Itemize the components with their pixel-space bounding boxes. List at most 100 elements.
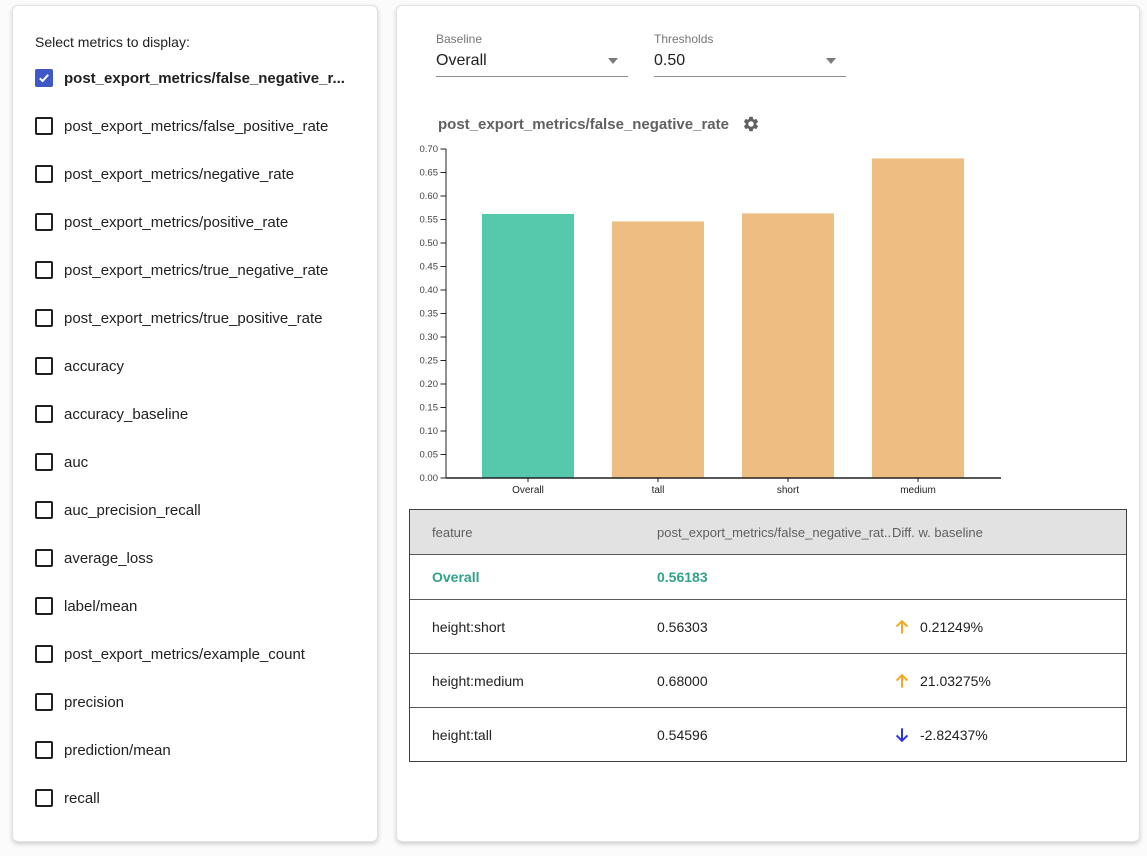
- y-axis-tick-label: 0.25: [420, 356, 439, 367]
- checkbox-unchecked-icon[interactable]: [35, 597, 53, 615]
- metric-item-label: prediction/mean: [64, 742, 171, 759]
- metric-item-prediction-mean[interactable]: prediction/mean: [35, 726, 359, 774]
- checkbox-unchecked-icon[interactable]: [35, 741, 53, 759]
- metric-item-post-export-metrics-false-negative-r[interactable]: post_export_metrics/false_negative_r...: [35, 54, 359, 102]
- y-axis-tick-label: 0.35: [420, 309, 439, 320]
- bar-tall[interactable]: [612, 221, 704, 478]
- y-axis-tick-label: 0.20: [420, 379, 439, 390]
- bar-medium[interactable]: [872, 158, 964, 478]
- table-row-height-medium: height:medium0.68000 21.03275%: [410, 654, 1126, 708]
- metric-item-label: post_export_metrics/positive_rate: [64, 214, 288, 231]
- metric-item-label: auc_precision_recall: [64, 502, 201, 519]
- feature-cell: height:medium: [432, 673, 657, 689]
- metric-item-label-mean[interactable]: label/mean: [35, 582, 359, 630]
- metric-item-accuracy[interactable]: accuracy: [35, 342, 359, 390]
- checkbox-unchecked-icon[interactable]: [35, 549, 53, 567]
- metric-value-cell: 0.56303: [657, 619, 892, 635]
- metric-item-post-export-metrics-true-negative-rate[interactable]: post_export_metrics/true_negative_rate: [35, 246, 359, 294]
- metric-item-label: post_export_metrics/true_positive_rate: [64, 310, 322, 327]
- metrics-display-panel: Baseline Overall Thresholds 0.50 post_ex…: [396, 5, 1140, 842]
- metric-value-cell: 0.54596: [657, 727, 892, 743]
- diff-cell: 21.03275%: [892, 671, 1126, 691]
- diff-cell: 0.21249%: [892, 617, 1126, 637]
- metric-item-post-export-metrics-example-count[interactable]: post_export_metrics/example_count: [35, 630, 359, 678]
- metric-item-label: average_loss: [64, 550, 153, 567]
- checkbox-unchecked-icon[interactable]: [35, 693, 53, 711]
- y-axis-tick-label: 0.50: [420, 238, 439, 249]
- checkbox-unchecked-icon[interactable]: [35, 165, 53, 183]
- checkbox-unchecked-icon[interactable]: [35, 501, 53, 519]
- checkbox-unchecked-icon[interactable]: [35, 117, 53, 135]
- metric-item-label: post_export_metrics/negative_rate: [64, 166, 294, 183]
- metric-value-cell: 0.56183: [657, 569, 892, 585]
- checkbox-unchecked-icon[interactable]: [35, 405, 53, 423]
- metric-item-label: accuracy_baseline: [64, 406, 188, 423]
- checkbox-unchecked-icon[interactable]: [35, 261, 53, 279]
- metric-item-average-loss[interactable]: average_loss: [35, 534, 359, 582]
- metric-item-label: label/mean: [64, 598, 137, 615]
- metric-item-post-export-metrics-positive-rate[interactable]: post_export_metrics/positive_rate: [35, 198, 359, 246]
- checkbox-unchecked-icon[interactable]: [35, 789, 53, 807]
- metrics-list: post_export_metrics/false_negative_r...p…: [35, 54, 359, 822]
- diff-value: -2.82437%: [920, 727, 988, 743]
- chevron-down-icon: [826, 58, 836, 64]
- metric-item-accuracy-baseline[interactable]: accuracy_baseline: [35, 390, 359, 438]
- y-axis-tick-label: 0.40: [420, 285, 439, 296]
- checkbox-unchecked-icon[interactable]: [35, 453, 53, 471]
- thresholds-select[interactable]: Thresholds 0.50: [654, 32, 846, 77]
- metric-item-recall[interactable]: recall: [35, 774, 359, 822]
- metric-item-post-export-metrics-negative-rate[interactable]: post_export_metrics/negative_rate: [35, 150, 359, 198]
- diff-value: 21.03275%: [920, 673, 991, 689]
- bar-overall[interactable]: [482, 214, 574, 478]
- metric-item-label: post_export_metrics/example_count: [64, 646, 305, 663]
- metric-item-label: auc: [64, 454, 88, 471]
- table-row-height-tall: height:tall0.54596 -2.82437%: [410, 708, 1126, 761]
- chevron-down-icon: [608, 58, 618, 64]
- metric-item-label: accuracy: [64, 358, 124, 375]
- baseline-select-value: Overall: [436, 52, 487, 70]
- checkbox-unchecked-icon[interactable]: [35, 357, 53, 375]
- metric-item-post-export-metrics-true-positive-rate[interactable]: post_export_metrics/true_positive_rate: [35, 294, 359, 342]
- feature-cell: height:short: [432, 619, 657, 635]
- baseline-select-label: Baseline: [436, 32, 628, 46]
- metric-item-auc-precision-recall[interactable]: auc_precision_recall: [35, 486, 359, 534]
- metric-item-label: post_export_metrics/true_negative_rate: [64, 262, 328, 279]
- y-axis-tick-label: 0.55: [420, 215, 439, 226]
- x-axis-tick-label: Overall: [512, 485, 544, 495]
- arrow-down-icon: [892, 725, 912, 745]
- controls-row: Baseline Overall Thresholds 0.50: [436, 32, 1139, 77]
- bar-chart: 0.000.050.100.150.200.250.300.350.400.45…: [412, 143, 1012, 495]
- baseline-select[interactable]: Baseline Overall: [436, 32, 628, 77]
- diff-cell: -2.82437%: [892, 725, 1126, 745]
- feature-cell: Overall: [432, 569, 657, 585]
- table-row-height-short: height:short0.56303 0.21249%: [410, 600, 1126, 654]
- bar-short[interactable]: [742, 213, 834, 478]
- table-header-diff-w-baseline: Diff. w. baseline: [892, 525, 1126, 540]
- checkbox-unchecked-icon[interactable]: [35, 309, 53, 327]
- metric-item-post-export-metrics-false-positive-rate[interactable]: post_export_metrics/false_positive_rate: [35, 102, 359, 150]
- arrow-up-icon: [892, 671, 912, 691]
- checkbox-checked-icon[interactable]: [35, 69, 53, 87]
- metric-item-label: precision: [64, 694, 124, 711]
- diff-value: 0.21249%: [920, 619, 983, 635]
- metric-value-cell: 0.68000: [657, 673, 892, 689]
- y-axis-tick-label: 0.60: [420, 191, 439, 202]
- checkbox-unchecked-icon[interactable]: [35, 645, 53, 663]
- y-axis-tick-label: 0.30: [420, 332, 439, 343]
- x-axis-tick-label: tall: [652, 485, 665, 495]
- table-row-overall: Overall0.56183: [410, 555, 1126, 600]
- metrics-table: featurepost_export_metrics/false_negativ…: [409, 509, 1127, 762]
- arrow-up-icon: [892, 617, 912, 637]
- y-axis-tick-label: 0.45: [420, 262, 439, 273]
- gear-icon[interactable]: [742, 115, 760, 133]
- metric-item-auc[interactable]: auc: [35, 438, 359, 486]
- feature-cell: height:tall: [432, 727, 657, 743]
- x-axis-tick-label: short: [777, 485, 799, 495]
- metrics-panel-title: Select metrics to display:: [35, 34, 359, 50]
- metric-item-precision[interactable]: precision: [35, 678, 359, 726]
- y-axis-tick-label: 0.00: [420, 473, 439, 484]
- metrics-select-panel: Select metrics to display: post_export_m…: [12, 5, 378, 842]
- thresholds-select-value: 0.50: [654, 52, 685, 70]
- checkbox-unchecked-icon[interactable]: [35, 213, 53, 231]
- metric-item-label: recall: [64, 790, 100, 807]
